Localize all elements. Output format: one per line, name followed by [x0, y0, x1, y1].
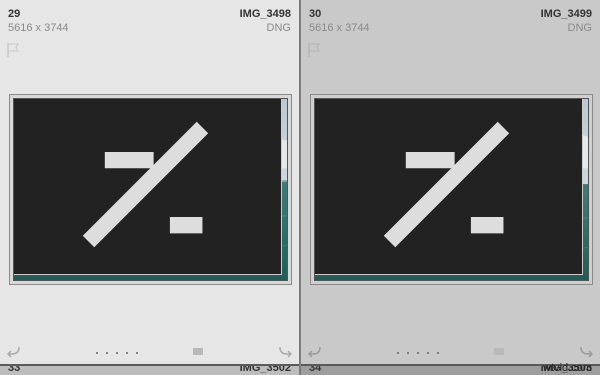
thumbnail-image[interactable]: [13, 98, 288, 281]
rating-dot[interactable]: [126, 352, 128, 354]
rating-dot[interactable]: [397, 352, 399, 354]
thumbnail-frame[interactable]: [9, 94, 292, 285]
cell-dimensions: 5616 x 3744: [309, 22, 370, 34]
cell-extension: DNG: [567, 22, 592, 34]
rating-dots[interactable]: [96, 352, 138, 354]
cell-filename: IMG_3498: [239, 8, 291, 20]
cell-index: 30: [309, 8, 322, 20]
rating-dot[interactable]: [437, 352, 439, 354]
watermark: wtvid.com: [543, 362, 592, 374]
grid-cell-30[interactable]: 30 IMG_3499 5616 x 3744 DNG: [301, 0, 600, 364]
rating-dot[interactable]: [407, 352, 409, 354]
cell-index: 34: [309, 366, 322, 374]
develop-adjustment-icon[interactable]: [13, 98, 282, 275]
cell-filename: IMG_3502: [239, 366, 291, 374]
cell-index: 29: [8, 8, 21, 20]
rating-dot[interactable]: [417, 352, 419, 354]
thumbnail-image[interactable]: [314, 98, 589, 281]
thumbnail-frame[interactable]: [310, 94, 593, 285]
cell-dimensions: 5616 x 3744: [8, 22, 69, 34]
rating-dot[interactable]: [427, 352, 429, 354]
flag-icon[interactable]: [6, 42, 20, 58]
rating-dot[interactable]: [96, 352, 98, 354]
rotate-left-icon[interactable]: [6, 344, 22, 358]
color-label-chip[interactable]: [494, 348, 504, 355]
develop-adjustment-icon[interactable]: [314, 98, 583, 275]
color-label-chip[interactable]: [193, 348, 203, 355]
cell-filename: IMG_3499: [540, 8, 592, 20]
rotate-right-icon[interactable]: [277, 344, 293, 358]
flag-icon[interactable]: [307, 42, 321, 58]
grid-cell-29[interactable]: 29 IMG_3498 5616 x 3744 DNG: [0, 0, 299, 364]
rating-dot[interactable]: [106, 352, 108, 354]
rotate-right-icon[interactable]: [578, 344, 594, 358]
rating-dot[interactable]: [116, 352, 118, 354]
cell-index: 33: [8, 366, 21, 374]
cell-extension: DNG: [266, 22, 291, 34]
rating-dots[interactable]: [397, 352, 439, 354]
grid-cell-33[interactable]: 33 IMG_3502: [0, 366, 299, 375]
rating-dot[interactable]: [136, 352, 138, 354]
rotate-left-icon[interactable]: [307, 344, 323, 358]
